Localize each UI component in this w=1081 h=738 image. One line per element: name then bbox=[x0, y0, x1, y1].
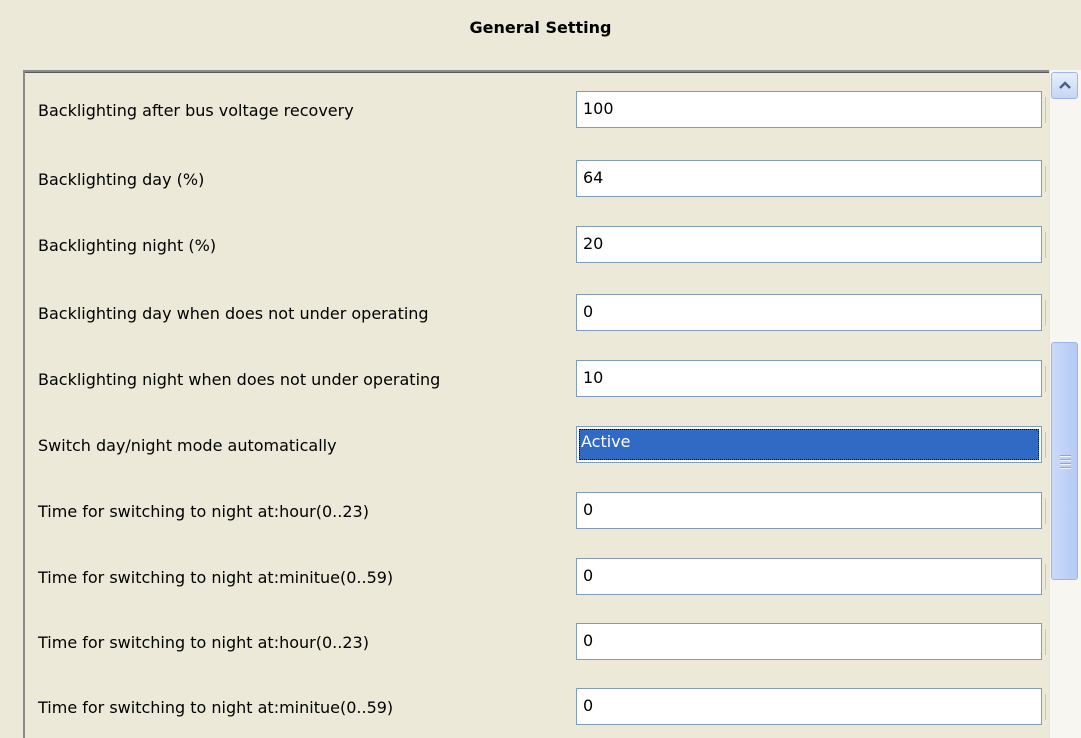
field-edge bbox=[1042, 366, 1046, 392]
field-edge bbox=[1042, 629, 1046, 655]
setting-row-night-hour-2: Time for switching to night at:hour(0..2… bbox=[25, 623, 1055, 663]
vertical-scrollbar[interactable] bbox=[1049, 70, 1081, 738]
setting-row-backlight-night-idle: Backlighting night when does not under o… bbox=[25, 360, 1055, 400]
night-hour-field-2[interactable]: 0 bbox=[576, 623, 1042, 660]
scrollbar-thumb[interactable] bbox=[1051, 342, 1078, 580]
setting-row-day-night-mode: Switch day/night mode automatically Acti… bbox=[25, 426, 1055, 466]
setting-label: Backlighting night (%) bbox=[38, 236, 217, 255]
setting-label: Backlighting day (%) bbox=[38, 170, 205, 189]
chevron-up-icon bbox=[1059, 81, 1071, 89]
dialog-header: General Setting bbox=[0, 0, 1081, 70]
field-edge bbox=[1042, 432, 1046, 458]
backlight-night-idle-field[interactable]: 10 bbox=[576, 360, 1042, 397]
setting-label: Switch day/night mode automatically bbox=[38, 436, 337, 455]
field-edge bbox=[1042, 232, 1046, 258]
setting-label: Time for switching to night at:minitue(0… bbox=[38, 568, 394, 587]
field-edge bbox=[1042, 300, 1046, 326]
backlight-recovery-field[interactable]: 100 bbox=[576, 91, 1042, 128]
field-edge bbox=[1042, 694, 1046, 720]
setting-row-backlight-recovery: Backlighting after bus voltage recovery … bbox=[25, 91, 1055, 131]
setting-row-night-hour-1: Time for switching to night at:hour(0..2… bbox=[25, 492, 1055, 532]
setting-label: Backlighting after bus voltage recovery bbox=[38, 101, 354, 120]
setting-row-backlight-day: Backlighting day (%) 64 bbox=[25, 160, 1055, 200]
setting-row-night-minute-1: Time for switching to night at:minitue(0… bbox=[25, 558, 1055, 598]
setting-label: Time for switching to night at:hour(0..2… bbox=[38, 502, 369, 521]
backlight-day-field[interactable]: 64 bbox=[576, 160, 1042, 197]
settings-panel: Backlighting after bus voltage recovery … bbox=[23, 70, 1081, 738]
day-night-mode-dropdown[interactable]: Active bbox=[576, 426, 1042, 463]
panel-divider bbox=[25, 72, 1081, 73]
field-edge bbox=[1042, 166, 1046, 192]
scroll-up-button[interactable] bbox=[1051, 72, 1078, 99]
page-title: General Setting bbox=[469, 18, 612, 37]
dropdown-selected-value: Active bbox=[579, 429, 1039, 460]
setting-label: Backlighting day when does not under ope… bbox=[38, 304, 429, 323]
field-edge bbox=[1042, 97, 1046, 123]
setting-label: Time for switching to night at:minitue(0… bbox=[38, 698, 394, 717]
backlight-day-idle-field[interactable]: 0 bbox=[576, 294, 1042, 331]
field-edge bbox=[1042, 498, 1046, 524]
setting-label: Time for switching to night at:hour(0..2… bbox=[38, 633, 369, 652]
night-minute-field-1[interactable]: 0 bbox=[576, 558, 1042, 595]
grip-icon bbox=[1060, 455, 1071, 471]
night-minute-field-2[interactable]: 0 bbox=[576, 688, 1042, 725]
setting-label: Backlighting night when does not under o… bbox=[38, 370, 441, 389]
setting-row-night-minute-2: Time for switching to night at:minitue(0… bbox=[25, 688, 1055, 728]
field-edge bbox=[1042, 564, 1046, 590]
setting-row-backlight-night: Backlighting night (%) 20 bbox=[25, 226, 1055, 266]
setting-row-backlight-day-idle: Backlighting day when does not under ope… bbox=[25, 294, 1055, 334]
night-hour-field-1[interactable]: 0 bbox=[576, 492, 1042, 529]
backlight-night-field[interactable]: 20 bbox=[576, 226, 1042, 263]
